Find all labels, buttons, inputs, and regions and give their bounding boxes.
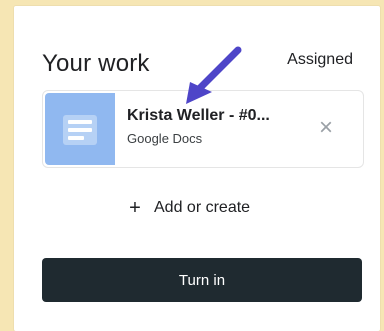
your-work-title: Your work <box>42 50 150 77</box>
add-or-create-button[interactable]: + Add or create <box>126 196 296 220</box>
google-docs-icon <box>63 115 97 145</box>
attachment-card[interactable]: Krista Weller - #0... Google Docs × <box>42 90 364 168</box>
attachment-type: Google Docs <box>127 131 203 146</box>
your-work-card: Your work Assigned Krista Weller - #0...… <box>14 6 380 331</box>
plus-icon: + <box>129 197 141 219</box>
add-or-create-label: Add or create <box>154 199 251 216</box>
attachment-thumbnail <box>45 93 115 165</box>
assignment-status: Assigned <box>287 51 353 68</box>
close-icon[interactable]: × <box>313 115 339 141</box>
page-background: Your work Assigned Krista Weller - #0...… <box>0 0 384 331</box>
turn-in-label: Turn in <box>178 271 226 289</box>
attachment-name: Krista Weller - #0... <box>127 107 270 124</box>
turn-in-button[interactable]: Turn in <box>42 258 362 302</box>
